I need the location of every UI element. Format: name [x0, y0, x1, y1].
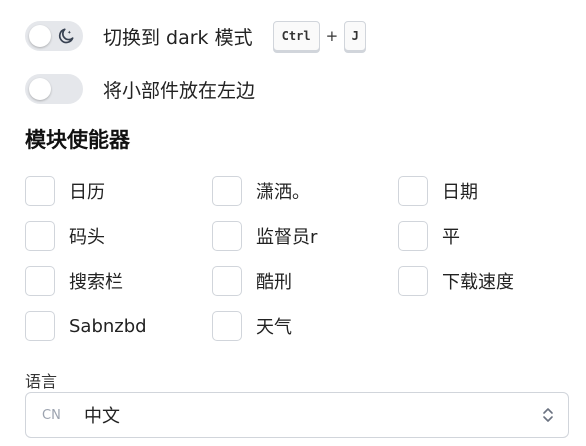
- dark-mode-toggle[interactable]: [25, 21, 83, 51]
- module-item-sabnzbd[interactable]: Sabnzbd: [25, 311, 147, 341]
- checkbox[interactable]: [25, 176, 55, 206]
- module-label: 搜索栏: [69, 272, 123, 293]
- module-item-searchbar[interactable]: 搜索栏: [25, 266, 123, 296]
- module-item-dock[interactable]: 码头: [25, 221, 105, 251]
- checkbox[interactable]: [25, 311, 55, 341]
- module-label: 天气: [256, 317, 292, 338]
- module-label: 平: [442, 227, 460, 248]
- module-label: 潇洒。: [256, 182, 310, 203]
- module-item-calendar[interactable]: 日历: [25, 176, 105, 206]
- checkbox[interactable]: [25, 266, 55, 296]
- checkbox[interactable]: [212, 176, 242, 206]
- dark-mode-label: 切换到 dark 模式: [103, 26, 253, 49]
- checkbox[interactable]: [25, 221, 55, 251]
- module-item-ping[interactable]: 平: [398, 221, 460, 251]
- module-label: 下载速度: [442, 272, 514, 293]
- widgets-left-label: 将小部件放在左边: [103, 79, 256, 102]
- checkbox[interactable]: [398, 176, 428, 206]
- checkbox[interactable]: [398, 221, 428, 251]
- module-item-8[interactable]: 酷刑: [212, 266, 292, 296]
- module-enabler-title: 模块使能器: [25, 128, 130, 152]
- widgets-left-toggle[interactable]: [25, 74, 83, 104]
- shortcut-key-ctrl: Ctrl: [272, 21, 320, 51]
- language-code: CN: [42, 407, 61, 423]
- module-label: 码头: [69, 227, 105, 248]
- checkbox[interactable]: [212, 221, 242, 251]
- checkbox[interactable]: [212, 311, 242, 341]
- toggle-knob: [29, 25, 51, 47]
- module-item-weather[interactable]: 天气: [212, 311, 292, 341]
- widgets-left-row: 将小部件放在左边: [25, 74, 255, 104]
- checkbox[interactable]: [212, 266, 242, 296]
- module-item-supervisor[interactable]: 监督员r: [212, 221, 317, 251]
- dark-mode-row: 切换到 dark 模式 Ctrl + J: [25, 21, 367, 51]
- module-item-download-speed[interactable]: 下载速度: [398, 266, 514, 296]
- module-label: 酷刑: [256, 272, 292, 293]
- module-item-date[interactable]: 日期: [398, 176, 478, 206]
- module-label: 日历: [69, 182, 105, 203]
- shortcut-plus: +: [325, 27, 339, 45]
- language-value: 中文: [84, 406, 120, 427]
- toggle-knob: [29, 78, 51, 100]
- shortcut-key-j: J: [344, 21, 367, 51]
- module-label: 监督员r: [256, 227, 318, 248]
- moon-icon: [58, 28, 74, 44]
- checkbox[interactable]: [398, 266, 428, 296]
- language-select[interactable]: CN 中文: [25, 392, 569, 438]
- chevron-up-down-icon: [543, 408, 553, 422]
- module-label: 日期: [442, 182, 478, 203]
- module-label: Sabnzbd: [69, 315, 147, 337]
- language-label: 语言: [25, 372, 58, 391]
- module-item-2[interactable]: 潇洒。: [212, 176, 310, 206]
